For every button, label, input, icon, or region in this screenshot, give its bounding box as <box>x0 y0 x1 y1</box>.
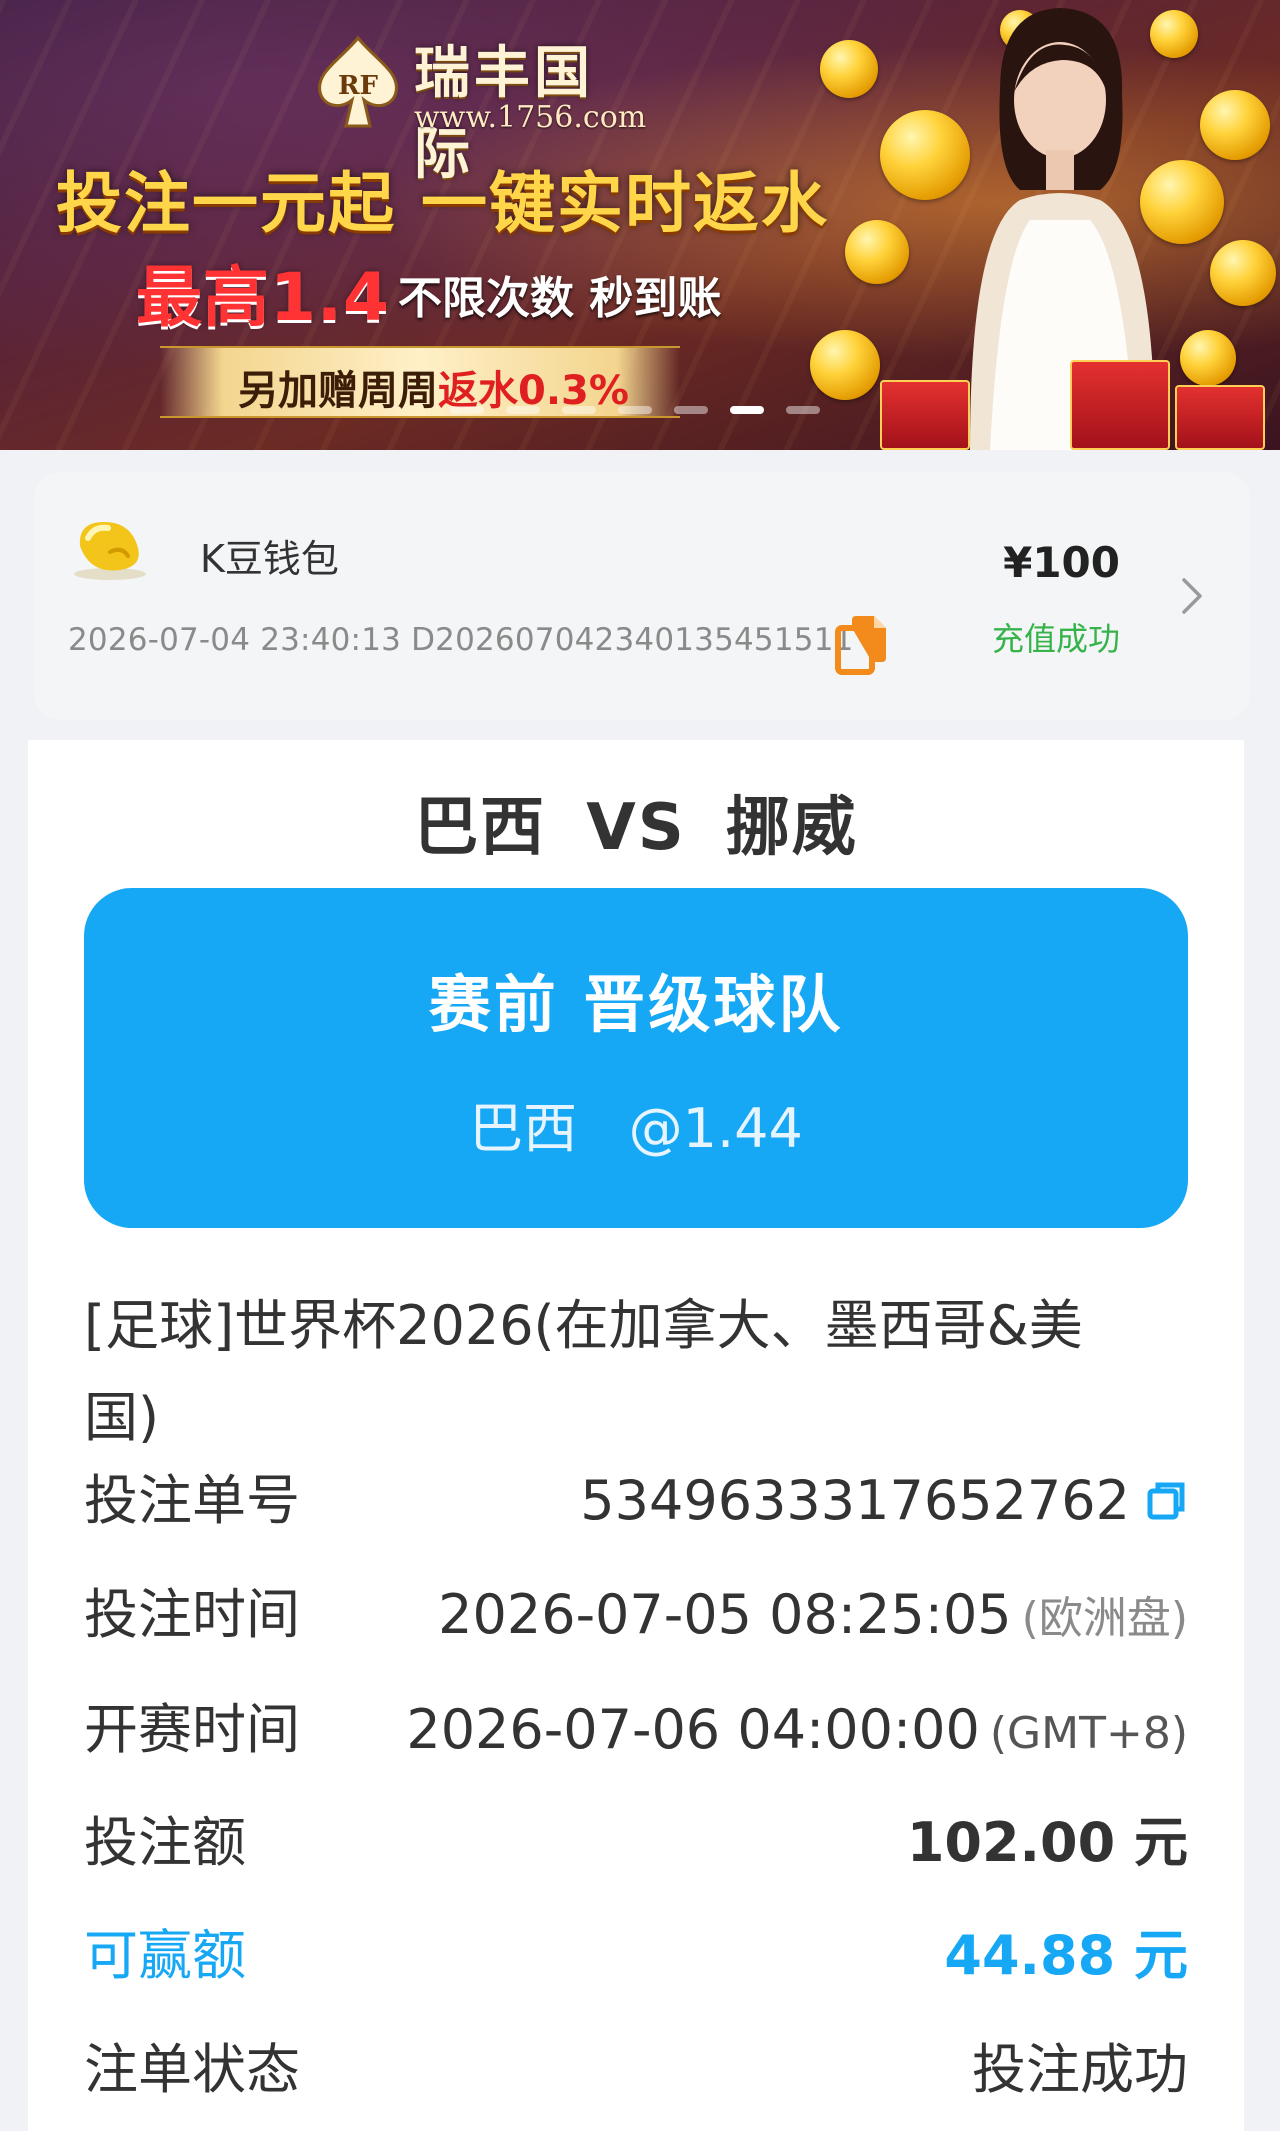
start-time-row: 开赛时间 2026-07-06 04:00:00 (GMT+8) <box>84 1685 1188 1775</box>
brand-logo: RF 瑞丰国际 www.1756.com <box>310 22 650 187</box>
copy-icon[interactable] <box>834 614 890 676</box>
row-label: 投注单号 <box>84 1469 300 1532</box>
bet-time-row: 投注时间 2026-07-05 08:25:05 (欧洲盘) <box>84 1570 1188 1660</box>
row-label: 投注时间 <box>84 1583 300 1646</box>
banner-rate: 最高1.4 <box>136 259 390 336</box>
payout-value: 44.88 元 <box>944 1924 1188 1987</box>
bet-number-row: 投注单号 5349633317652762 <box>84 1456 1188 1546</box>
payout-row: 可赢额 44.88 元 <box>84 1911 1188 2001</box>
brand-url: www.1756.com <box>414 100 647 135</box>
carousel-dot[interactable] <box>730 406 764 414</box>
bet-number: 5349633317652762 <box>580 1469 1130 1532</box>
wallet-title: K豆钱包 <box>200 537 339 581</box>
match-title: 巴西 VS 挪威 <box>28 776 1244 868</box>
row-label: 可赢额 <box>84 1924 246 1987</box>
banner-rate-subtitle: 不限次数 秒到账 <box>398 273 722 324</box>
carousel-dot[interactable] <box>618 406 652 414</box>
bet-time-value: 2026-07-05 08:25:05 (欧洲盘) <box>438 1570 1188 1664</box>
row-label: 投注额 <box>84 1811 246 1874</box>
stake-row: 投注额 102.00 元 <box>84 1798 1188 1888</box>
coin-decoration <box>845 220 909 284</box>
promo-banner[interactable]: RF 瑞丰国际 www.1756.com 投注一元起 一键实时返水 最高1.4 … <box>0 0 1280 450</box>
wallet-record-card[interactable]: K豆钱包 2026-07-04 23:40:13 D20260704234013… <box>34 472 1250 720</box>
vs-label: VS <box>586 791 686 865</box>
wallet-transaction-meta: 2026-07-04 23:40:13 D2026070423401354515… <box>68 622 854 658</box>
gift-box-decoration <box>1070 360 1170 450</box>
carousel-dot[interactable] <box>506 406 540 414</box>
timezone: (GMT+8) <box>989 1708 1188 1759</box>
spade-logo-icon: RF <box>318 35 398 128</box>
gold-bean-icon <box>74 522 146 580</box>
carousel-dot[interactable] <box>562 406 596 414</box>
start-time: 2026-07-06 04:00:00 <box>406 1698 980 1761</box>
gift-box-decoration <box>880 380 970 450</box>
home-team: 巴西 <box>414 791 547 865</box>
banner-headline: 投注一元起 一键实时返水 <box>56 165 829 242</box>
wallet-status: 充值成功 <box>991 620 1120 658</box>
bet-detail-card: 巴西 VS 挪威 赛前 晋级球队 巴西 @1.44 [足球]世界杯2026(在加拿大… <box>28 740 1244 2131</box>
coin-decoration <box>810 330 880 400</box>
market-name: 赛前 晋级球队 <box>428 968 844 1041</box>
gift-box-decoration <box>1175 385 1265 450</box>
chevron-right-icon[interactable] <box>1180 576 1204 616</box>
selection-odds: 巴西 @1.44 <box>469 1097 803 1160</box>
bet-number-value: 5349633317652762 <box>580 1456 1188 1546</box>
row-label: 开赛时间 <box>84 1698 300 1761</box>
ribbon-prefix: 另加赠周周 <box>238 368 438 414</box>
coin-decoration <box>1210 240 1276 306</box>
status-row: 注单状态 投注成功 <box>84 2025 1188 2115</box>
carousel-dot[interactable] <box>674 406 708 414</box>
away-team: 挪威 <box>725 791 858 865</box>
selection-box: 赛前 晋级球队 巴西 @1.44 <box>84 888 1188 1228</box>
carousel-dot[interactable] <box>450 406 484 414</box>
league-name: [足球]世界杯2026(在加拿大、墨西哥&美国) <box>84 1294 1083 1449</box>
logo-letters: RF <box>338 71 379 101</box>
copy-icon[interactable] <box>1146 1479 1188 1521</box>
bet-detail-screen: RF 瑞丰国际 www.1756.com 投注一元起 一键实时返水 最高1.4 … <box>0 0 1280 2131</box>
odds-format: (欧洲盘) <box>1021 1593 1188 1644</box>
stake-value: 102.00 元 <box>906 1811 1188 1874</box>
bet-time: 2026-07-05 08:25:05 <box>438 1583 1012 1646</box>
coin-decoration <box>820 40 878 98</box>
carousel-dot[interactable] <box>786 406 820 414</box>
wallet-amount: ¥100 <box>1003 538 1120 587</box>
banner-ribbon: 另加赠周周返水0.3% <box>160 346 680 418</box>
row-label: 注单状态 <box>84 2038 300 2101</box>
bet-status-value: 投注成功 <box>972 2038 1188 2101</box>
start-time-value: 2026-07-06 04:00:00 (GMT+8) <box>406 1685 1188 1779</box>
coin-decoration <box>1200 90 1270 160</box>
